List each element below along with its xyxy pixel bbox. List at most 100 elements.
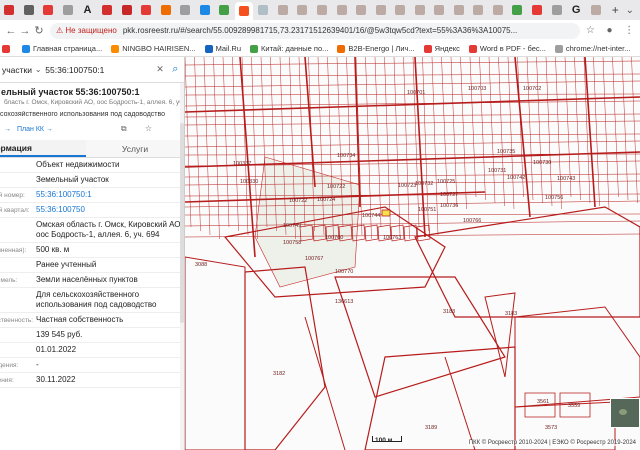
parcel-label: 100337	[233, 161, 251, 167]
attribute-value: Объект недвижимости	[36, 160, 120, 169]
parcel-label: 100731	[488, 168, 506, 174]
favicon-icon	[434, 5, 445, 15]
parcel-boundary	[507, 57, 515, 210]
browser-tab[interactable]	[371, 2, 390, 18]
favorite-star-icon[interactable]: ☆	[145, 124, 152, 133]
parcel-boundary	[185, 73, 640, 77]
bookmark-favicon-icon	[250, 44, 259, 53]
browser-tab[interactable]	[0, 2, 19, 18]
favicon-icon	[473, 5, 484, 15]
search-icon[interactable]: ⌕	[167, 63, 184, 76]
browser-tab[interactable]	[215, 2, 234, 18]
chevron-down-icon[interactable]: ⌄	[35, 65, 45, 74]
parcel-label: 100702	[523, 86, 541, 92]
scale-label: 100 м	[375, 437, 393, 444]
object-title: ельный участок 55:36:100750:1	[1, 87, 140, 97]
parcel-label: 100742	[507, 175, 525, 181]
parcel-shape[interactable]	[364, 346, 516, 450]
arrow-icon[interactable]: →	[4, 126, 11, 133]
zoom-to-icon[interactable]: ⧉	[121, 124, 127, 133]
reload-icon[interactable]: ↻	[32, 24, 46, 37]
bookmark-item[interactable]	[2, 44, 13, 53]
parcel-boundary	[185, 200, 640, 208]
tab-information[interactable]: формация	[0, 140, 86, 157]
back-icon[interactable]: ←	[4, 25, 18, 37]
parcel-shape[interactable]	[185, 256, 246, 450]
tab-list-icon[interactable]: ⌄	[626, 5, 640, 16]
parcel-label: 100734	[337, 153, 355, 159]
parcel-shape[interactable]	[514, 306, 640, 408]
browser-tab[interactable]	[39, 2, 58, 18]
browser-tab[interactable]	[254, 2, 273, 18]
attribute-link[interactable]: 55:36:100750	[36, 203, 184, 217]
browser-tab[interactable]	[59, 2, 78, 18]
browser-tab[interactable]	[469, 2, 488, 18]
selected-parcel[interactable]	[381, 209, 391, 217]
map-canvas[interactable]: 100701 100703 100702 100337 100735 100734 1007…	[185, 57, 640, 450]
plan-kk-link[interactable]: План КК →	[17, 126, 53, 133]
forward-icon[interactable]: →	[18, 25, 32, 37]
parcel-shape[interactable]	[414, 206, 640, 318]
attribute-value: Земельный участок	[36, 175, 109, 184]
parcel-boundary	[545, 57, 553, 207]
attribute-row: бственность:Частная собственность	[0, 313, 184, 328]
browser-tab[interactable]	[489, 2, 508, 18]
bookmark-item[interactable]: chrome://net-inter...	[554, 44, 631, 53]
bookmark-item[interactable]: Китай: данные по...	[250, 44, 328, 53]
parcel-boundary	[584, 57, 596, 208]
basemap-switcher[interactable]	[610, 398, 640, 428]
browser-tab[interactable]	[98, 2, 117, 18]
parcel-boundary	[185, 133, 640, 137]
parcel-shape[interactable]	[334, 276, 506, 398]
browser-tab[interactable]: A	[78, 2, 97, 18]
attribute-row: ждения: -	[0, 358, 184, 373]
browser-tab[interactable]: +	[606, 2, 625, 18]
close-icon[interactable]: ✕	[156, 64, 166, 75]
search-category[interactable]: участки	[0, 65, 35, 75]
url-field[interactable]: ⚠ Не защищено pkk.rosreestr.ru/#/search/…	[50, 22, 580, 39]
attribute-value: Частная собственность	[36, 315, 124, 324]
parcel-boundary	[593, 57, 600, 207]
browser-tab[interactable]	[547, 2, 566, 18]
browser-tab[interactable]	[20, 2, 39, 18]
browser-tab[interactable]	[117, 2, 136, 18]
parcel-shape[interactable]	[484, 292, 516, 378]
cadastral-map[interactable]: 100701 100703 100702 100337 100735 100734 1007…	[185, 57, 640, 450]
attribute-link[interactable]: 55:36:100750:1	[36, 188, 184, 202]
favicon-icon	[160, 5, 171, 15]
browser-tab[interactable]	[528, 2, 547, 18]
menu-icon[interactable]: ⋮	[624, 25, 634, 36]
bookmarks-bar: Главная страница... NINGBO HAIRISEN... Mai…	[0, 41, 640, 57]
browser-tab[interactable]	[176, 2, 195, 18]
bookmark-item[interactable]: B2B-Energo | Лич...	[337, 44, 415, 53]
browser-tab[interactable]	[352, 2, 371, 18]
browser-tab[interactable]	[410, 2, 429, 18]
browser-tab[interactable]	[195, 2, 214, 18]
browser-tab[interactable]	[274, 2, 293, 18]
browser-tab[interactable]	[137, 2, 156, 18]
browser-tab[interactable]	[391, 2, 410, 18]
browser-tab[interactable]	[450, 2, 469, 18]
bookmark-item[interactable]: Яндекс	[423, 44, 460, 53]
star-icon[interactable]: ☆	[586, 25, 595, 36]
panel-scrollbar[interactable]	[180, 83, 184, 450]
bookmark-item[interactable]: Главная страница...	[22, 44, 102, 53]
browser-tab[interactable]	[586, 2, 605, 18]
bookmark-item[interactable]: Mail.Ru	[204, 44, 241, 53]
bookmark-item[interactable]: Word в PDF - бес...	[468, 44, 546, 53]
browser-tab[interactable]	[332, 2, 351, 18]
profile-icon[interactable]: ●	[606, 25, 612, 36]
attribute-key: земель:	[0, 276, 18, 284]
search-input[interactable]	[45, 64, 157, 75]
bookmark-item[interactable]: NINGBO HAIRISEN...	[111, 44, 196, 53]
browser-tab[interactable]	[234, 2, 254, 20]
browser-tab[interactable]	[430, 2, 449, 18]
not-secure-badge[interactable]: ⚠ Не защищено	[56, 26, 117, 35]
browser-tab[interactable]: G	[567, 2, 586, 18]
browser-tab[interactable]	[156, 2, 175, 18]
browser-tab[interactable]	[508, 2, 527, 18]
attribute-value: Омская область г. Омск, Кировский АО, оо…	[36, 220, 183, 239]
browser-tab[interactable]	[293, 2, 312, 18]
tab-services[interactable]: Услуги	[86, 140, 184, 157]
browser-tab[interactable]	[313, 2, 332, 18]
